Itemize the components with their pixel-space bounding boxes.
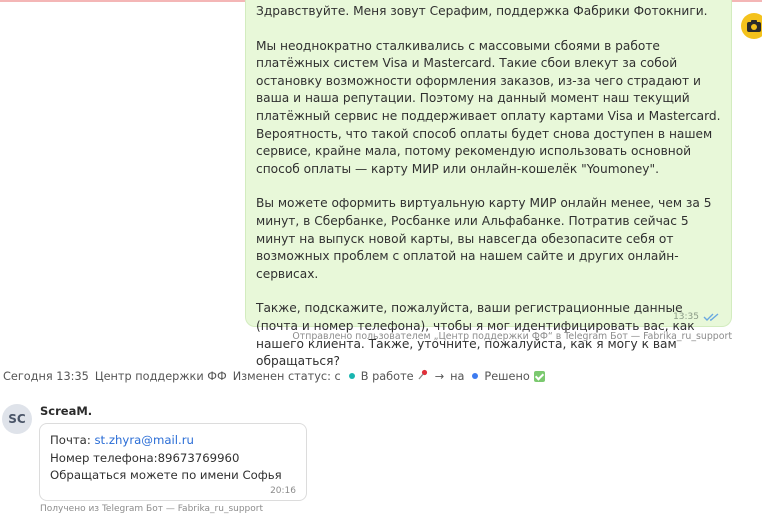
message-paragraph: Вы можете оформить виртуальную карту МИР… bbox=[256, 196, 712, 281]
in-progress-dot-icon bbox=[348, 373, 355, 379]
status-agent: Центр поддержки ФФ bbox=[94, 369, 227, 383]
status-change-line: Сегодня 13:35 Центр поддержки ФФ Изменен… bbox=[3, 369, 545, 383]
email-label: Почта: bbox=[50, 433, 95, 447]
sent-note: Отправлено пользователем „Центр поддержк… bbox=[292, 331, 732, 342]
received-note: Получено из Telegram Бот — Fabrika_ru_su… bbox=[40, 504, 264, 514]
camera-logo-icon bbox=[747, 20, 761, 32]
message-paragraph: Мы неоднократно сталкивались с массовыми… bbox=[256, 38, 721, 176]
pin-icon bbox=[418, 369, 429, 383]
status-from: В работе bbox=[360, 369, 414, 383]
status-to: Решено bbox=[484, 369, 530, 383]
message-meta: 13:35 bbox=[673, 312, 721, 322]
phone-line: Номер телефона:89673769960 bbox=[50, 450, 240, 465]
check-icon bbox=[533, 370, 545, 382]
status-date: Сегодня 13:35 bbox=[3, 369, 89, 383]
message-paragraph: Здравствуйте. Меня зовут Серафим, поддер… bbox=[256, 4, 708, 18]
incoming-message-bubble: Почта: st.zhyra@mail.ru Номер телефона:8… bbox=[39, 423, 307, 501]
email-line: Почта: st.zhyra@mail.ru bbox=[50, 432, 296, 450]
outgoing-message-bubble: Здравствуйте. Меня зовут Серафим, поддер… bbox=[245, 0, 732, 368]
read-ticks-icon bbox=[703, 313, 719, 321]
name-line: Обращаться можете по имени Софья bbox=[50, 468, 282, 482]
status-arrow: → bbox=[434, 369, 445, 383]
resolved-dot-icon bbox=[472, 373, 479, 379]
agent-avatar[interactable] bbox=[741, 13, 762, 39]
user-avatar[interactable]: SC bbox=[2, 404, 32, 434]
message-time: 20:16 bbox=[270, 486, 296, 496]
message-time: 13:35 bbox=[673, 312, 699, 322]
email-link[interactable]: st.zhyra@mail.ru bbox=[94, 433, 193, 447]
status-text: Изменен статус: с bbox=[232, 369, 341, 383]
sender-name[interactable]: ScreaM. bbox=[40, 404, 92, 418]
status-to-word: на bbox=[450, 369, 465, 383]
